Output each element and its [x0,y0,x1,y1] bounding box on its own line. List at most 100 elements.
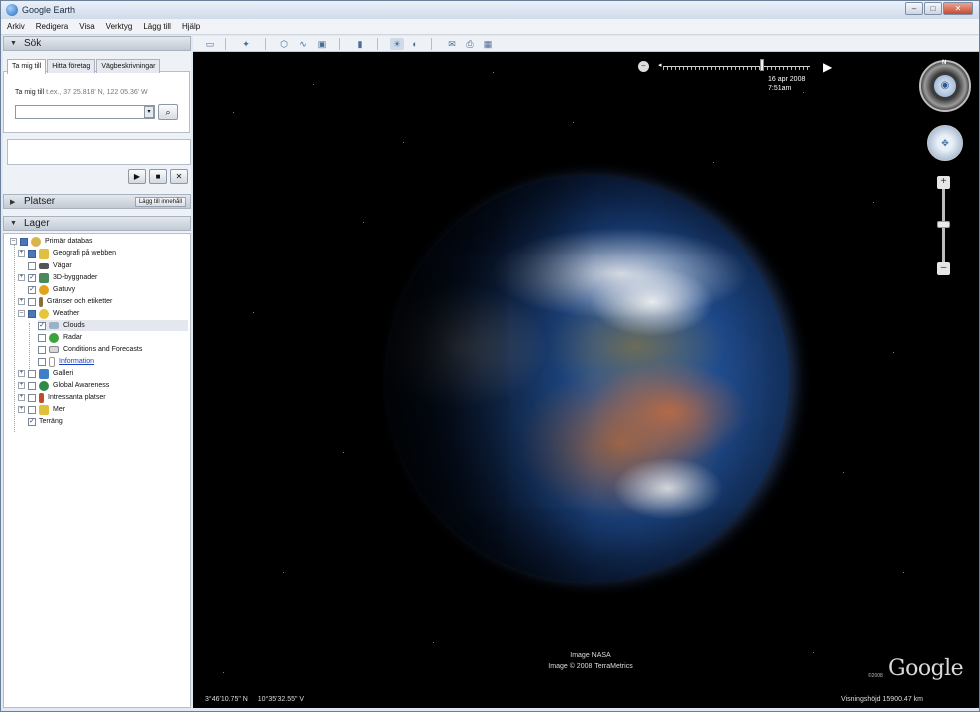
menu-arkiv[interactable]: Arkiv [7,22,25,31]
close-button[interactable]: ✕ [943,2,973,15]
search-results-box[interactable] [7,139,191,165]
layer-checkbox[interactable]: ✓ [28,417,36,426]
layer-checkbox[interactable] [28,261,36,270]
layer-row[interactable]: + Geografi på webben [18,248,116,259]
layer-checkbox[interactable]: ✓ [28,285,36,294]
places-panel-header[interactable]: ▶ Platser Lägg till innehåll [3,194,191,209]
sidebar-toggle-icon[interactable]: ▭ [203,38,217,50]
layer-row[interactable]: ✓ Clouds [38,320,188,331]
search-history-dropdown[interactable]: ▾ [144,106,154,118]
layer-label: Primär databas [45,238,93,245]
earth-viewport[interactable]: – ◂ ▶ 16 apr 2008 7:51am N ◉ ✥ + – Image… [193,52,979,708]
search-input[interactable] [15,105,155,119]
layer-row[interactable]: + Intressanta platser [18,392,106,403]
layer-checkbox[interactable] [28,393,36,402]
search-button[interactable]: ⌕ [158,104,178,120]
layer-label: Gatuvy [53,286,76,293]
menu-visa[interactable]: Visa [79,22,94,31]
maximize-button[interactable]: □ [924,2,942,15]
title-bar[interactable]: Google Earth – □ ✕ [1,1,979,19]
layer-checkbox[interactable] [28,297,36,306]
layer-checkbox[interactable] [38,357,46,366]
layer-checkbox[interactable] [28,309,36,318]
add-content-button[interactable]: Lägg till innehåll [134,197,186,207]
layer-label: Galleri [53,370,74,377]
layer-checkbox[interactable] [38,345,46,354]
time-slider[interactable]: – ◂ ▶ 16 apr 2008 7:51am [638,58,838,98]
menu-redigera[interactable]: Redigera [36,22,68,31]
tab-vagbeskrivningar[interactable]: Vägbeskrivningar [96,59,161,73]
expand-toggle-icon[interactable]: + [18,274,25,281]
time-thumb[interactable] [760,59,764,71]
email-icon[interactable]: ✉ [445,38,459,50]
planet-icon[interactable]: ◐ [408,38,422,50]
layer-row[interactable]: – Primär databas [10,236,92,247]
layer-row[interactable]: Radar [38,332,82,343]
tab-ta-mig-till[interactable]: Ta mig till [7,59,47,74]
search-panel-header[interactable]: ▼ Sök [3,36,191,51]
polygon-icon[interactable]: ⬡ [277,38,291,50]
layer-checkbox[interactable] [28,381,36,390]
layer-checkbox[interactable] [28,369,36,378]
print-icon[interactable]: ⎙ [463,38,477,50]
layer-checkbox[interactable] [28,249,36,258]
zoom-out-button[interactable]: – [937,262,950,275]
layer-row[interactable]: Conditions and Forecasts [38,344,142,355]
information-link[interactable]: Information [59,358,94,365]
time-reset-button[interactable]: – [638,61,649,72]
layers-panel-header[interactable]: ▼ Lager [3,216,191,231]
move-control[interactable]: ✥ [927,125,963,161]
zoom-slider-track[interactable] [942,189,945,267]
collapse-toggle-icon[interactable]: – [18,310,25,317]
expand-toggle-icon[interactable]: + [18,382,25,389]
layer-row[interactable]: + Gränser och etiketter [18,296,112,307]
layer-checkbox[interactable]: ✓ [38,321,46,330]
expand-toggle-icon[interactable]: + [18,298,25,305]
layer-row[interactable]: Vägar [28,260,72,271]
zoom-in-button[interactable]: + [937,176,950,189]
minimize-button[interactable]: – [905,2,923,15]
time-back-icon[interactable]: ◂ [658,61,662,69]
layer-row[interactable]: Information [38,356,94,367]
zoom-slider-thumb[interactable] [937,221,950,228]
layer-checkbox[interactable] [28,405,36,414]
expand-toggle-icon[interactable]: + [18,406,25,413]
collapse-arrow-icon[interactable]: ▼ [10,220,17,227]
globe-icon [39,380,49,391]
path-icon[interactable]: ∿ [296,38,310,50]
sun-icon[interactable]: ☀ [390,38,404,50]
menu-lagg-till[interactable]: Lägg till [143,22,171,31]
collapse-toggle-icon[interactable]: – [10,238,17,245]
play-button[interactable]: ▶ [128,169,146,184]
menu-verktyg[interactable]: Verktyg [106,22,133,31]
collapse-arrow-icon[interactable]: ▼ [10,40,17,47]
ruler-icon[interactable]: ▮ [353,38,367,50]
layer-label: Terräng [39,418,63,425]
look-control[interactable]: N ◉ [919,60,971,112]
expand-arrow-icon[interactable]: ▶ [10,198,15,206]
google-maps-icon[interactable]: ▦ [481,38,495,50]
tab-hitta-foretag[interactable]: Hitta företag [47,59,96,73]
layer-row[interactable]: + Global Awareness [18,380,109,391]
placemark-icon[interactable]: ✦ [239,38,253,50]
layer-row[interactable]: ✓ Gatuvy [28,284,75,295]
expand-toggle-icon[interactable]: + [18,394,25,401]
layer-checkbox[interactable] [20,237,28,246]
layer-checkbox[interactable]: ✓ [28,273,36,282]
layer-checkbox[interactable] [38,333,46,342]
road-icon [39,262,49,269]
layer-row[interactable]: – Weather [18,308,79,319]
overlay-icon[interactable]: ▣ [315,38,329,50]
stop-button[interactable]: ■ [149,169,167,184]
look-eye-icon[interactable]: ◉ [934,75,956,97]
menu-hjalp[interactable]: Hjälp [182,22,200,31]
layer-row[interactable]: + ✓ 3D-byggnader [18,272,97,283]
layer-row[interactable]: + Mer [18,404,65,415]
time-play-icon[interactable]: ▶ [823,60,832,74]
clear-results-button[interactable]: ✕ [170,169,188,184]
layer-row[interactable]: + Galleri [18,368,73,379]
expand-toggle-icon[interactable]: + [18,250,25,257]
layer-row[interactable]: ✓ Terräng [28,416,63,427]
expand-toggle-icon[interactable]: + [18,370,25,377]
north-indicator[interactable]: N [942,60,946,66]
